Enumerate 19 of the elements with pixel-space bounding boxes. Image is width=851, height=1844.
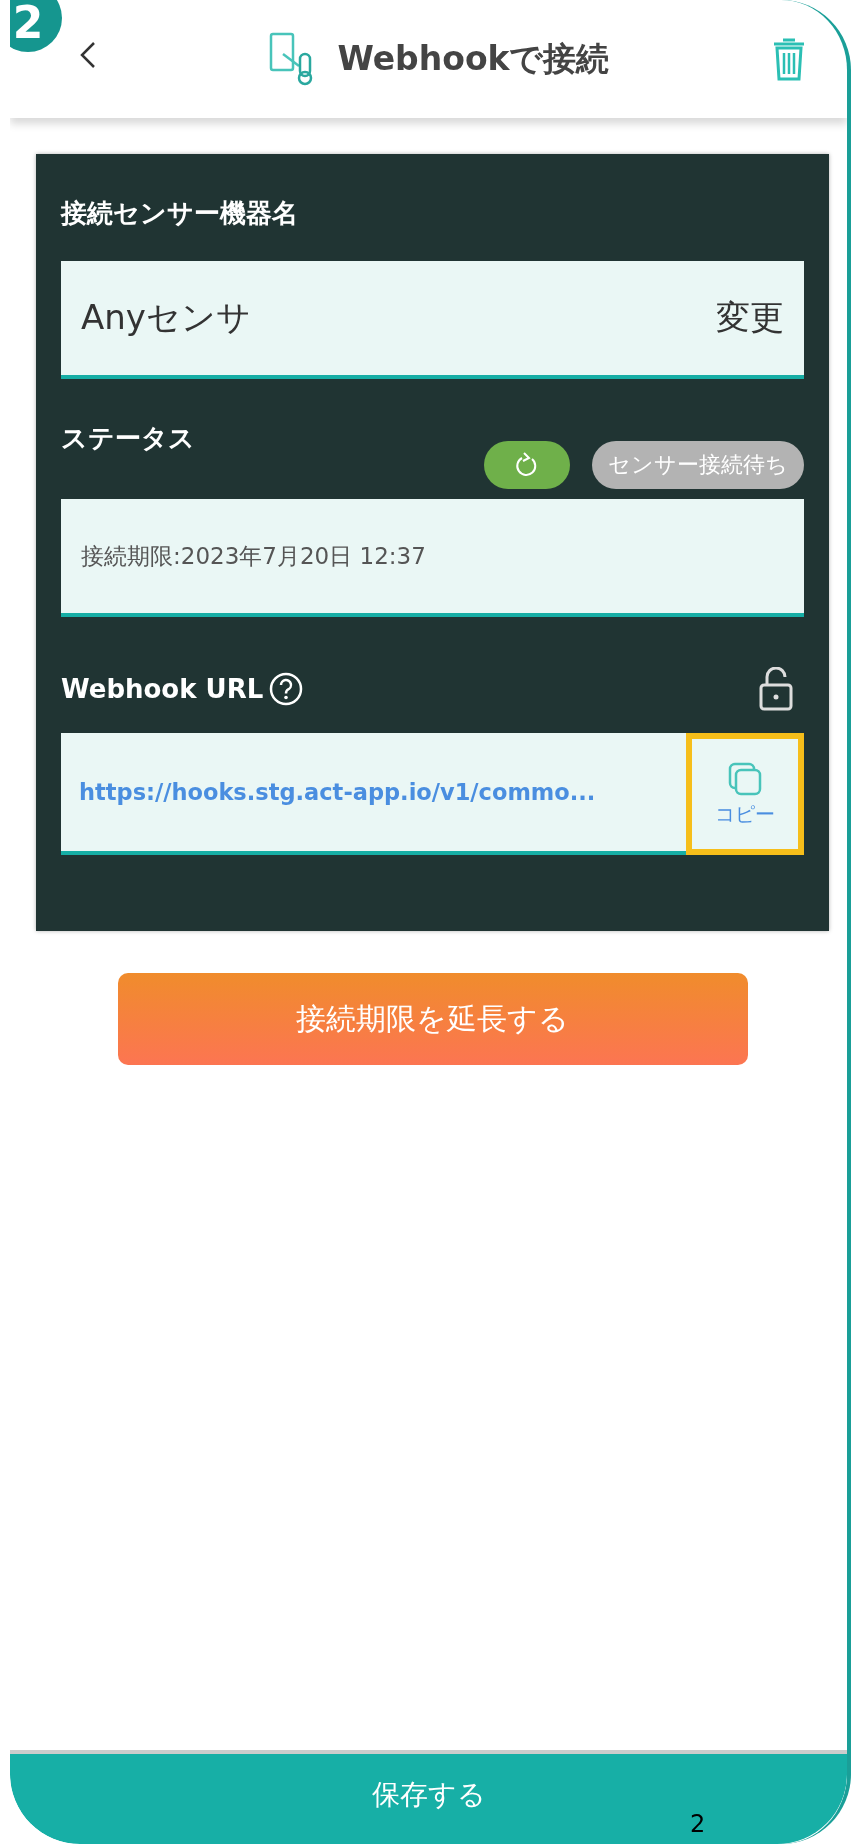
unlocked-padlock-icon[interactable] <box>758 667 794 711</box>
help-icon[interactable] <box>269 672 304 706</box>
sensor-name-field[interactable]: Anyセンサ 変更 <box>61 261 804 379</box>
refresh-icon <box>515 451 539 479</box>
webhook-url-link[interactable]: https://hooks.stg.act-app.io/v1/commo... <box>79 733 686 851</box>
status-badge: センサー接続待ち <box>592 441 804 489</box>
field-label: Webhook URL <box>61 674 264 704</box>
copy-icon <box>727 760 763 797</box>
change-link[interactable]: 変更 <box>716 295 784 341</box>
field-label: 接続センサー機器名 <box>61 197 299 230</box>
extend-expiry-button[interactable]: 接続期限を延長する <box>117 973 748 1065</box>
page-title: Webhookで接続 <box>337 37 610 80</box>
refresh-button[interactable] <box>484 441 570 489</box>
page-number: 2 <box>690 1810 706 1838</box>
expiry-field: 接続期限:2023年7月20日 12:37 <box>61 499 804 617</box>
trash-icon <box>771 36 807 82</box>
field-label: ステータス <box>61 422 195 455</box>
step-number-badge: 2 <box>10 0 62 52</box>
copy-button[interactable]: コピー <box>686 733 804 855</box>
